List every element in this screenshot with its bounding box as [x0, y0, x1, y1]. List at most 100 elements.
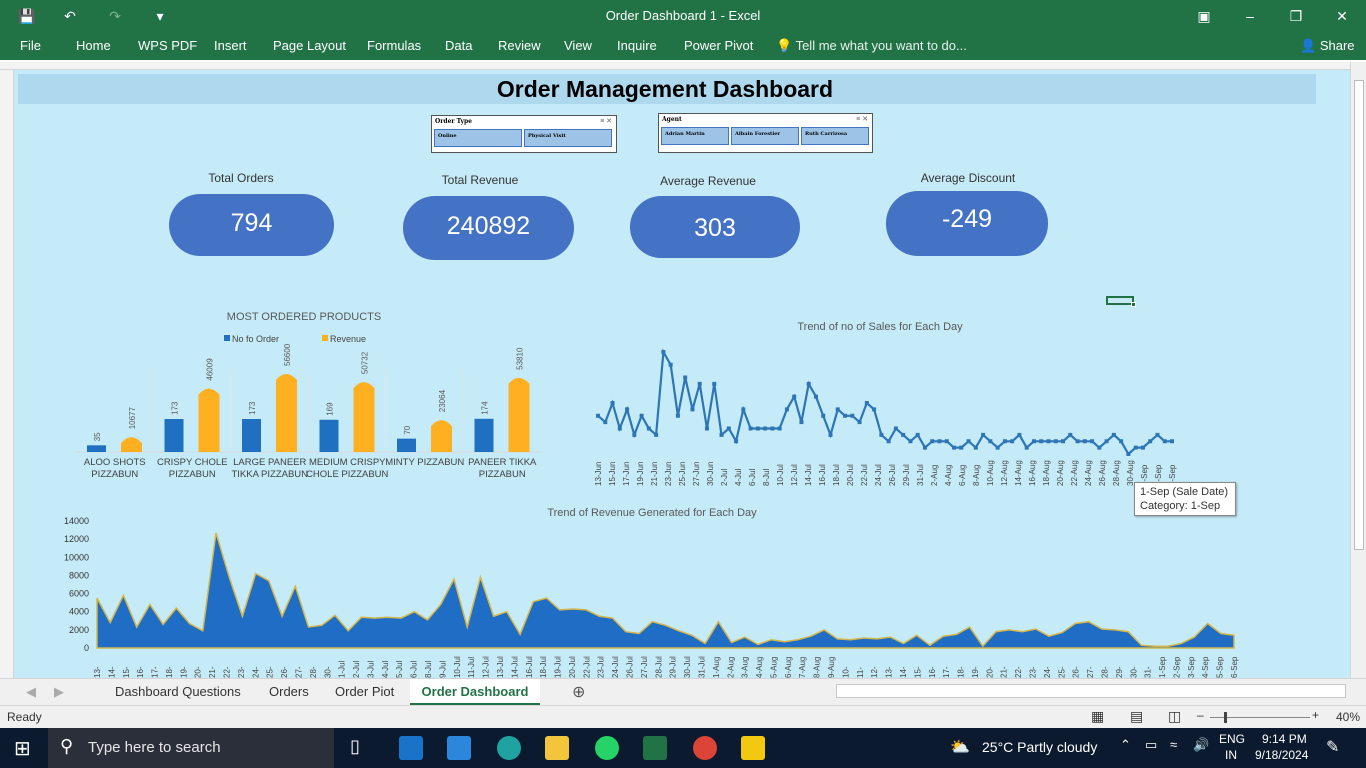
vertical-scrollbar[interactable]	[1350, 62, 1366, 678]
kpi-total-revenue[interactable]: 240892	[403, 196, 574, 260]
x-tick-label: 26-Aug	[1098, 460, 1107, 486]
sales-point	[596, 413, 600, 418]
tab-view[interactable]: View	[564, 38, 592, 53]
sales-point	[1082, 439, 1087, 444]
sheet-tab-dashboard-questions[interactable]: Dashboard Questions	[115, 684, 241, 699]
x-tick-label: 6-Jul	[410, 660, 419, 678]
page-layout-view-icon[interactable]: ▤	[1130, 708, 1143, 725]
normal-view-icon[interactable]: ▦	[1091, 708, 1104, 725]
sales-point	[973, 445, 978, 450]
zoom-slider-thumb[interactable]	[1224, 712, 1227, 723]
revenue-trend-chart[interactable]: 0 2000 4000 6000 8000 10000 12000 14000 13- 14- 15…	[54, 516, 1244, 678]
sales-trend-chart[interactable]: 13-Jun 15-Jun 17-Jun 19-Jun 21-Jun 23-Jun 25-J…	[588, 338, 1188, 488]
slicer-item[interactable]: Ruth Carrizosa	[801, 127, 869, 145]
kpi-average-revenue[interactable]: 303	[630, 196, 800, 258]
sales-point	[741, 407, 746, 412]
selected-cell[interactable]	[1106, 296, 1136, 307]
lang-2[interactable]: IN	[1225, 748, 1237, 762]
taskbar-search[interactable]: ⚲ Type here to search	[48, 728, 334, 768]
slicer-filter-icons[interactable]: ≡ ✕	[856, 115, 868, 123]
slicer-item[interactable]: Albain Forestier	[731, 127, 799, 145]
next-sheet-icon[interactable]: ▶	[54, 684, 64, 700]
store-app-icon[interactable]	[447, 736, 471, 760]
x-tick-label: 4-Jul	[381, 660, 390, 678]
kpi-value: -249	[941, 205, 993, 233]
chrome-app-icon[interactable]	[693, 736, 717, 760]
kpi-total-orders[interactable]: 794	[169, 194, 334, 256]
lang-1[interactable]: ENG	[1219, 732, 1245, 746]
ribbon-display-icon[interactable]: ▣	[1194, 6, 1214, 26]
column-headers[interactable]	[0, 62, 1352, 70]
vertical-scroll-thumb[interactable]	[1354, 80, 1364, 550]
battery-icon[interactable]: ▭	[1145, 737, 1157, 753]
zoom-level[interactable]: 40%	[1336, 710, 1360, 724]
sales-point	[610, 401, 615, 405]
x-tick-label: 4-Aug	[755, 657, 764, 678]
volume-icon[interactable]: 🔊	[1193, 737, 1209, 753]
add-sheet-icon[interactable]: ⊕	[572, 682, 585, 702]
weather-text[interactable]: 25°C Partly cloudy	[982, 739, 1097, 755]
sheet-tab-order-piot[interactable]: Order Piot	[335, 684, 394, 699]
x-tick-label: 29-Jul	[669, 656, 678, 678]
zoom-slider[interactable]	[1210, 712, 1310, 723]
tab-inquire[interactable]: Inquire	[617, 38, 657, 53]
sheet-tab-order-dashboard[interactable]: Order Dashboard	[410, 679, 540, 705]
slicer-filter-icons[interactable]: ≡ ✕	[600, 117, 612, 125]
sales-point	[813, 394, 818, 399]
wifi-icon[interactable]: ≈	[1170, 737, 1177, 752]
share-button[interactable]: 👤 Share	[1300, 38, 1355, 54]
tell-me-box[interactable]: 💡 Tell me what you want to do...	[776, 38, 967, 54]
slicer-order-type[interactable]: Order Type ≡ ✕ Online Physical Visit	[431, 115, 617, 153]
x-tick-label: 21-	[208, 666, 217, 678]
fill-handle[interactable]	[1131, 302, 1136, 307]
excel-app-icon[interactable]	[643, 736, 667, 760]
task-view-icon[interactable]: ▯	[350, 736, 360, 757]
tray-chevron-icon[interactable]: ⌃	[1120, 737, 1131, 753]
slicer-item[interactable]: Physical Visit	[524, 129, 612, 147]
tab-insert[interactable]: Insert	[214, 38, 247, 53]
most-ordered-products-chart[interactable]: No fo Order Revenue3510677ALOO SHOTSPIZZA…	[72, 330, 552, 490]
x-tick-label: 13-	[885, 666, 894, 678]
x-tick-label: 16-Aug	[1028, 460, 1037, 486]
mail-app-icon[interactable]	[399, 736, 423, 760]
horizontal-scrollbar[interactable]	[836, 684, 1346, 698]
worksheet[interactable]: Order Management Dashboard Order Type ≡ …	[14, 70, 1350, 678]
sales-point	[1010, 439, 1015, 444]
status-ready: Ready	[7, 710, 42, 724]
clock-time[interactable]: 9:14 PM	[1262, 732, 1307, 746]
x-tick-label: 25-Jun	[678, 462, 687, 486]
kpi-average-discount[interactable]: -249	[886, 191, 1048, 256]
file-explorer-icon[interactable]	[545, 736, 569, 760]
sheet-tab-orders[interactable]: Orders	[269, 684, 309, 699]
whatsapp-app-icon[interactable]	[595, 736, 619, 760]
sales-point	[704, 426, 709, 431]
tab-review[interactable]: Review	[498, 38, 541, 53]
page-break-view-icon[interactable]: ◫	[1168, 708, 1181, 725]
power-bi-app-icon[interactable]	[741, 736, 765, 760]
prev-sheet-icon[interactable]: ◀	[26, 684, 36, 700]
tab-power-pivot[interactable]: Power Pivot	[684, 38, 753, 53]
tab-formulas[interactable]: Formulas	[367, 38, 421, 53]
windows-start-icon[interactable]: ⊞	[14, 736, 31, 761]
tab-wps-pdf[interactable]: WPS PDF	[138, 38, 197, 53]
kpi-label-total-orders: Total Orders	[208, 171, 274, 185]
notification-icon[interactable]: ✎	[1326, 737, 1339, 757]
edge-app-icon[interactable]	[497, 736, 521, 760]
weather-icon[interactable]: ⛅	[950, 737, 970, 757]
tab-data[interactable]: Data	[445, 38, 472, 53]
slicer-item[interactable]: Adrian Martin	[661, 127, 729, 145]
tab-page-layout[interactable]: Page Layout	[273, 38, 346, 53]
slicer-item[interactable]: Online	[434, 129, 522, 147]
row-headers[interactable]	[0, 70, 14, 678]
x-tick-label: 12-Aug	[1000, 460, 1009, 486]
restore-icon[interactable]: ❐	[1286, 6, 1306, 26]
tab-home[interactable]: Home	[76, 38, 111, 53]
zoom-in-icon[interactable]: +	[1312, 708, 1319, 722]
tab-file[interactable]: File	[20, 38, 41, 53]
clock-date[interactable]: 9/18/2024	[1255, 748, 1308, 762]
close-icon[interactable]: ✕	[1332, 6, 1352, 26]
minimize-icon[interactable]: –	[1240, 6, 1260, 26]
x-tick-label: 5-Jul	[395, 660, 404, 678]
slicer-agent[interactable]: Agent ≡ ✕ Adrian Martin Albain Forestier…	[658, 113, 873, 153]
zoom-out-icon[interactable]: –	[1197, 708, 1204, 722]
